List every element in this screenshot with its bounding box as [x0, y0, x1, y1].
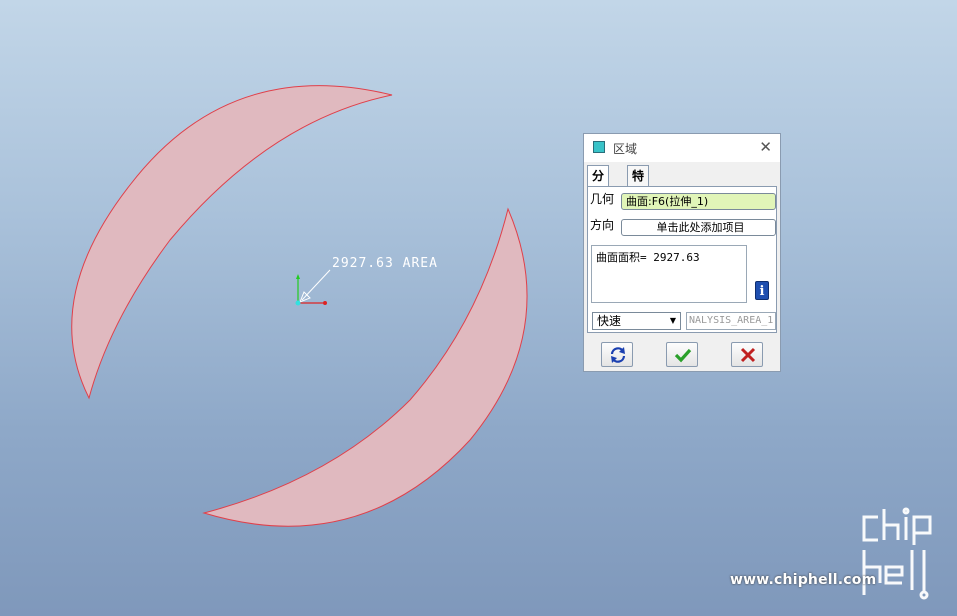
mode-select[interactable]: 快速 ▼	[592, 312, 681, 330]
dialog-app-icon	[593, 141, 605, 153]
analysis-panel: 几何 曲面:F6(拉伸_1) 方向 单击此处添加项目 曲面面积= 2927.63…	[587, 186, 777, 333]
checkmark-icon	[674, 348, 692, 363]
feature-name-input[interactable]: NALYSIS_AREA_1	[686, 312, 776, 330]
area-dialog: 区域 ✕ 分析 特征 几何 曲面:F6(拉伸_1) 方向 单击此处添加项目 曲面…	[583, 133, 781, 372]
tab-feature[interactable]: 特征	[627, 165, 650, 203]
direction-collector[interactable]: 单击此处添加项目	[621, 219, 776, 236]
watermark-site: www.chiphell.com	[730, 572, 877, 588]
model-canvas[interactable]	[0, 0, 957, 616]
mode-select-value: 快速	[597, 314, 622, 328]
cancel-button[interactable]	[731, 342, 763, 367]
surface-crescent-upper[interactable]	[71, 85, 393, 400]
dialog-title: 区域	[613, 142, 638, 156]
ok-button[interactable]	[666, 342, 698, 367]
info-icon[interactable]: i	[755, 281, 769, 300]
geometry-collector[interactable]: 曲面:F6(拉伸_1)	[621, 193, 776, 210]
direction-label: 方向	[590, 218, 615, 232]
cross-icon	[740, 347, 756, 363]
chevron-down-icon: ▼	[669, 316, 676, 325]
geometry-label: 几何	[590, 192, 615, 206]
annotation-leader	[299, 269, 331, 303]
repeat-icon	[610, 347, 626, 363]
area-annotation[interactable]: 2927.63 AREA	[332, 256, 438, 271]
tab-analysis[interactable]: 分析	[587, 165, 610, 203]
result-display: 曲面面积= 2927.63	[591, 245, 747, 303]
dialog-titlebar[interactable]: 区域 ✕	[584, 134, 780, 162]
model-viewport[interactable]: 2927.63 AREA	[0, 0, 957, 616]
close-icon[interactable]: ✕	[759, 138, 772, 156]
repeat-button[interactable]	[601, 342, 633, 367]
